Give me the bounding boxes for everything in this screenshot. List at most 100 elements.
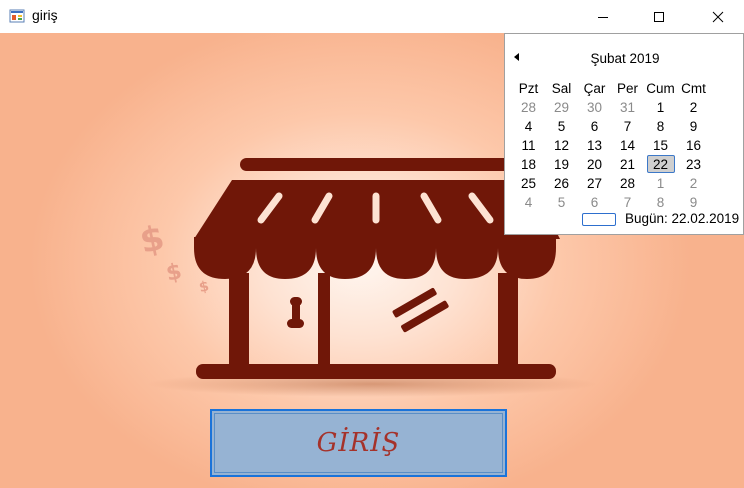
calendar-day[interactable]: 1	[644, 176, 677, 191]
calendar-day-number: 8	[656, 195, 665, 210]
calendar-day-number: 14	[619, 138, 636, 153]
login-button-focus-rect: GİRİŞ	[214, 413, 503, 473]
calendar-day-number: 7	[623, 119, 632, 134]
calendar-day-number: 23	[685, 157, 702, 172]
calendar-day[interactable]: 2	[677, 100, 710, 115]
calendar-day[interactable]: 5	[545, 119, 578, 134]
calendar-day[interactable]: 8	[644, 195, 677, 210]
calendar-day-number: 15	[652, 138, 669, 153]
calendar-day-number: 12	[553, 138, 570, 153]
calendar-day-number: 22	[652, 157, 669, 172]
login-button-label: GİRİŞ	[316, 428, 401, 458]
calendar-day-number: 31	[619, 100, 636, 115]
calendar-day-number: 30	[586, 100, 603, 115]
calendar-day[interactable]: 15	[644, 138, 677, 153]
calendar-grid: Pzt Sal Çar Per Cum Cmt 28 29 30 31 1 2 4 5 6 7 8 9 11 12 13…	[512, 79, 710, 212]
calendar-week-row: 18 19 20 21 22 23	[512, 155, 710, 174]
calendar-day[interactable]: 25	[512, 176, 545, 191]
calendar-day[interactable]: 21	[611, 157, 644, 172]
calendar-day[interactable]: 5	[545, 195, 578, 210]
month-calendar[interactable]: Şubat 2019 Pzt Sal Çar Per Cum Cmt 28 29 30 31 1 2 4…	[504, 33, 744, 235]
today-marker	[582, 213, 616, 226]
calendar-weekday: Pzt	[518, 81, 539, 96]
calendar-weekday: Sal	[551, 81, 572, 96]
calendar-day-number: 8	[656, 119, 665, 134]
calendar-day[interactable]: 27	[578, 176, 611, 191]
minimize-icon	[598, 16, 608, 18]
calendar-day-number: 16	[685, 138, 702, 153]
svg-text:$: $	[164, 259, 184, 287]
svg-text:$: $	[136, 218, 167, 262]
calendar-week-row: 4 5 6 7 8 9	[512, 193, 710, 212]
calendar-day-number: 7	[623, 195, 632, 210]
login-button[interactable]: GİRİŞ	[210, 409, 507, 477]
calendar-day-selected[interactable]: 22	[644, 155, 677, 173]
calendar-day[interactable]: 9	[677, 195, 710, 210]
calendar-day[interactable]: 11	[512, 138, 545, 153]
calendar-day[interactable]: 28	[512, 100, 545, 115]
calendar-day[interactable]: 30	[578, 100, 611, 115]
calendar-day-number: 26	[553, 176, 570, 191]
calendar-day-number: 27	[586, 176, 603, 191]
svg-text:$: $	[198, 278, 211, 296]
calendar-day[interactable]: 14	[611, 138, 644, 153]
calendar-day-number: 4	[524, 195, 533, 210]
calendar-day[interactable]: 7	[611, 119, 644, 134]
calendar-day[interactable]: 9	[677, 119, 710, 134]
maximize-icon	[654, 11, 664, 22]
calendar-day-number: 11	[521, 138, 536, 153]
calendar-day[interactable]: 13	[578, 138, 611, 153]
calendar-weekday: Cum	[646, 81, 675, 96]
calendar-today-label[interactable]: Bugün: 22.02.2019	[625, 211, 739, 226]
calendar-week-row: 28 29 30 31 1 2	[512, 98, 710, 117]
calendar-day[interactable]: 18	[512, 157, 545, 172]
calendar-weekday: Çar	[583, 81, 606, 96]
calendar-day[interactable]: 6	[578, 195, 611, 210]
calendar-day-number: 5	[557, 119, 566, 134]
calendar-day-number: 6	[590, 119, 599, 134]
calendar-weekday-row: Pzt Sal Çar Per Cum Cmt	[512, 79, 710, 98]
calendar-day[interactable]: 4	[512, 119, 545, 134]
calendar-day[interactable]: 8	[644, 119, 677, 134]
minimize-button[interactable]	[580, 0, 626, 33]
calendar-day-number: 19	[553, 157, 570, 172]
calendar-day[interactable]: 2	[677, 176, 710, 191]
window-title: giriş	[32, 7, 58, 23]
calendar-day[interactable]: 16	[677, 138, 710, 153]
calendar-day[interactable]: 12	[545, 138, 578, 153]
calendar-day[interactable]: 26	[545, 176, 578, 191]
calendar-day-number: 1	[656, 100, 665, 115]
calendar-day[interactable]: 28	[611, 176, 644, 191]
calendar-day-number: 5	[557, 195, 566, 210]
calendar-weekday: Cmt	[681, 81, 706, 96]
calendar-week-row: 25 26 27 28 1 2	[512, 174, 710, 193]
app-icon	[9, 9, 25, 23]
calendar-day-number: 18	[520, 157, 537, 172]
calendar-day-number: 2	[689, 176, 698, 191]
title-bar: giriş	[0, 0, 744, 33]
calendar-weekday: Per	[616, 81, 638, 96]
calendar-day[interactable]: 7	[611, 195, 644, 210]
calendar-day-number: 2	[689, 100, 698, 115]
calendar-day[interactable]: 19	[545, 157, 578, 172]
calendar-day[interactable]: 31	[611, 100, 644, 115]
calendar-week-row: 11 12 13 14 15 16	[512, 136, 710, 155]
calendar-week-row: 4 5 6 7 8 9	[512, 117, 710, 136]
calendar-day-number: 9	[689, 119, 698, 134]
calendar-day[interactable]: 29	[545, 100, 578, 115]
maximize-button[interactable]	[636, 0, 682, 33]
calendar-month-title[interactable]: Şubat 2019	[505, 51, 744, 66]
calendar-day-number: 20	[586, 157, 603, 172]
calendar-day[interactable]: 4	[512, 195, 545, 210]
calendar-day-number: 1	[656, 176, 665, 191]
calendar-day[interactable]: 20	[578, 157, 611, 172]
calendar-day-number: 6	[590, 195, 599, 210]
close-button[interactable]	[695, 0, 741, 33]
calendar-day-number: 4	[524, 119, 533, 134]
calendar-day-number: 29	[553, 100, 570, 115]
calendar-day-number: 25	[520, 176, 537, 191]
calendar-day-number: 28	[520, 100, 537, 115]
calendar-day[interactable]: 23	[677, 157, 710, 172]
calendar-day[interactable]: 6	[578, 119, 611, 134]
calendar-day[interactable]: 1	[644, 100, 677, 115]
